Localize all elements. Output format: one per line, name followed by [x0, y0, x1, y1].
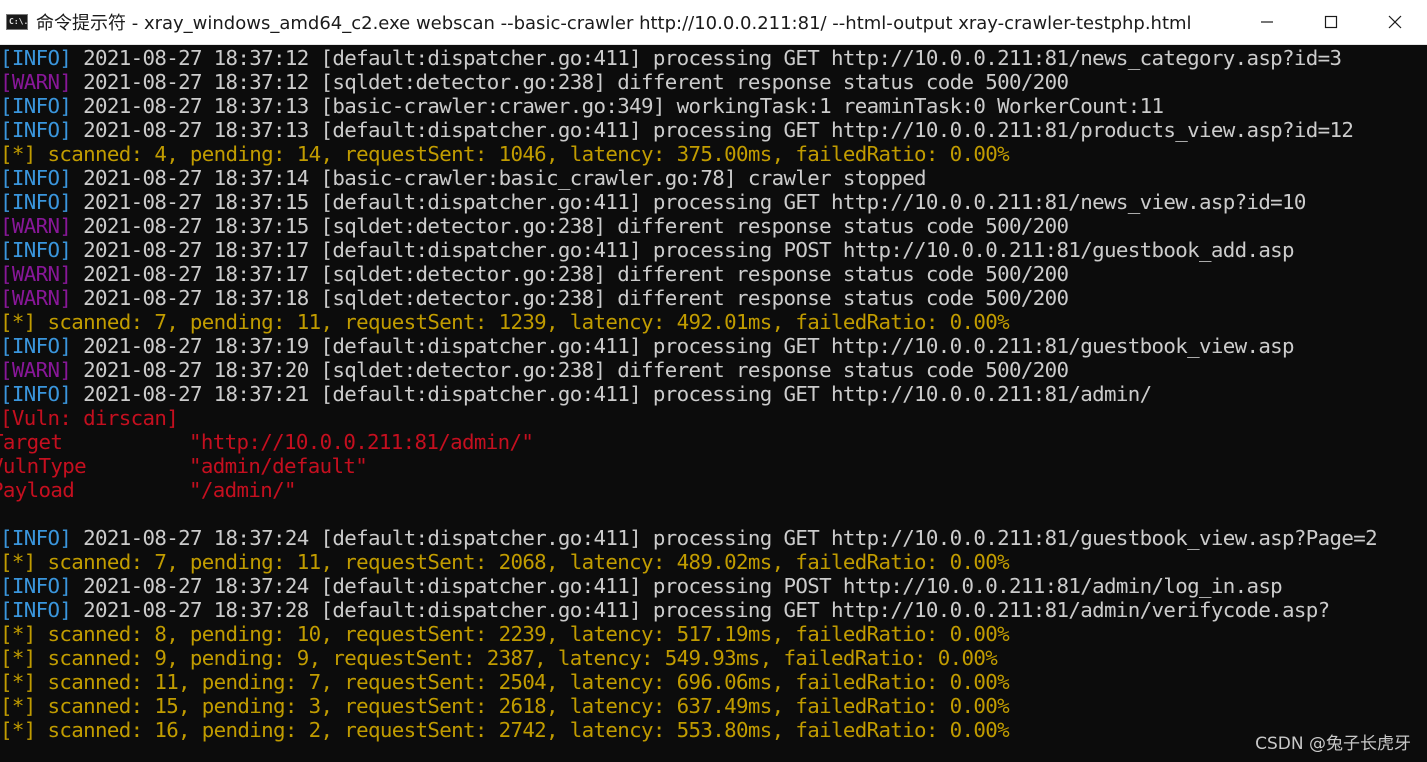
log-line: [INFO] 2021-08-27 18:37:17 [default:disp… [0, 238, 1427, 262]
log-message: 2021-08-27 18:37:15 [default:dispatcher.… [71, 190, 1306, 214]
log-line: [WARN] 2021-08-27 18:37:20 [sqldet:detec… [0, 358, 1427, 382]
vuln-header: [Vuln: dirscan] [0, 406, 179, 430]
close-button[interactable] [1363, 0, 1427, 45]
log-level-tag: [INFO] [0, 46, 72, 70]
log-level-tag: [INFO] [0, 238, 72, 262]
progress-line: [*] scanned: 9, pending: 9, requestSent:… [0, 646, 998, 670]
log-level-tag: [WARN] [0, 214, 72, 238]
log-line: [INFO] 2021-08-27 18:37:12 [default:disp… [0, 46, 1427, 70]
log-message: 2021-08-27 18:37:12 [sqldet:detector.go:… [71, 70, 1069, 94]
progress-line: [*] scanned: 7, pending: 11, requestSent… [0, 550, 1010, 574]
log-group-4: [INFO] 2021-08-27 18:37:24 [default:disp… [0, 526, 1427, 550]
log-line: [INFO] 2021-08-27 18:37:28 [default:disp… [0, 598, 1427, 622]
log-message: 2021-08-27 18:37:13 [default:dispatcher.… [71, 118, 1354, 142]
log-message: 2021-08-27 18:37:17 [default:dispatcher.… [71, 238, 1294, 262]
log-level-tag: [INFO] [0, 574, 72, 598]
close-icon [1388, 15, 1402, 29]
log-message: 2021-08-27 18:37:15 [sqldet:detector.go:… [71, 214, 1069, 238]
progress-line: [*] scanned: 8, pending: 10, requestSent… [0, 622, 1010, 646]
log-level-tag: [INFO] [0, 94, 72, 118]
vuln-row: VulnType "admin/default" [0, 454, 1427, 478]
console-output[interactable]: [INFO] 2021-08-27 18:37:12 [default:disp… [0, 46, 1427, 762]
progress-line: [*] scanned: 11, pending: 7, requestSent… [0, 670, 1010, 694]
vuln-row: Target "http://10.0.0.211:81/admin/" [0, 430, 1427, 454]
log-group-1: [INFO] 2021-08-27 18:37:12 [default:disp… [0, 46, 1427, 142]
log-level-tag: [WARN] [0, 70, 72, 94]
vuln-row: Payload "/admin/" [0, 478, 1427, 502]
log-message: 2021-08-27 18:37:18 [sqldet:detector.go:… [71, 286, 1069, 310]
progress-group-final: [*] scanned: 8, pending: 10, requestSent… [0, 622, 1427, 742]
title-bar: C:\. 命令提示符 - xray_windows_amd64_c2.exe w… [0, 0, 1427, 45]
maximize-button[interactable] [1299, 0, 1363, 45]
log-line: [INFO] 2021-08-27 18:37:19 [default:disp… [0, 334, 1427, 358]
minimize-icon [1261, 21, 1273, 23]
vuln-field-value: "/admin/" [189, 478, 296, 502]
log-message: 2021-08-27 18:37:21 [default:dispatcher.… [71, 382, 1152, 406]
maximize-icon [1324, 15, 1338, 29]
log-level-tag: [WARN] [0, 286, 72, 310]
log-line: [INFO] 2021-08-27 18:37:24 [default:disp… [0, 526, 1427, 550]
vuln-field-value: "http://10.0.0.211:81/admin/" [189, 430, 534, 454]
log-level-tag: [INFO] [0, 598, 72, 622]
vuln-field-label: Payload [0, 478, 75, 502]
log-message: 2021-08-27 18:37:13 [basic-crawler:crawe… [71, 94, 1164, 118]
log-level-tag: [WARN] [0, 358, 72, 382]
vuln-field-label: VulnType [0, 454, 87, 478]
log-message: 2021-08-27 18:37:28 [default:dispatcher.… [71, 598, 1330, 622]
minimize-button[interactable] [1235, 0, 1299, 45]
log-line: [INFO] 2021-08-27 18:37:21 [default:disp… [0, 382, 1427, 406]
log-line: [WARN] 2021-08-27 18:37:15 [sqldet:detec… [0, 214, 1427, 238]
cmd-app-icon[interactable]: C:\. [6, 14, 28, 30]
log-message: 2021-08-27 18:37:20 [sqldet:detector.go:… [71, 358, 1069, 382]
log-message: 2021-08-27 18:37:14 [basic-crawler:basic… [71, 166, 926, 190]
log-group-5: [INFO] 2021-08-27 18:37:24 [default:disp… [0, 574, 1427, 622]
log-message: 2021-08-27 18:37:24 [default:dispatcher.… [71, 574, 1283, 598]
log-line: [WARN] 2021-08-27 18:37:18 [sqldet:detec… [0, 286, 1427, 310]
window-title: 命令提示符 - xray_windows_amd64_c2.exe websca… [36, 13, 1192, 34]
progress-line: [*] scanned: 4, pending: 14, requestSent… [0, 142, 1010, 166]
log-line: [WARN] 2021-08-27 18:37:17 [sqldet:detec… [0, 262, 1427, 286]
vuln-field-value: "admin/default" [189, 454, 368, 478]
log-level-tag: [INFO] [0, 334, 72, 358]
log-message: 2021-08-27 18:37:24 [default:dispatcher.… [71, 526, 1378, 550]
log-level-tag: [INFO] [0, 526, 72, 550]
log-line: [WARN] 2021-08-27 18:37:12 [sqldet:detec… [0, 70, 1427, 94]
log-line: [INFO] 2021-08-27 18:37:14 [basic-crawle… [0, 166, 1427, 190]
log-message: 2021-08-27 18:37:12 [default:dispatcher.… [71, 46, 1342, 70]
log-message: 2021-08-27 18:37:19 [default:dispatcher.… [71, 334, 1294, 358]
progress-line: [*] scanned: 15, pending: 3, requestSent… [0, 694, 1010, 718]
vuln-field-label: Target [0, 430, 63, 454]
log-level-tag: [INFO] [0, 118, 72, 142]
log-line: [INFO] 2021-08-27 18:37:13 [default:disp… [0, 118, 1427, 142]
log-line: [INFO] 2021-08-27 18:37:24 [default:disp… [0, 574, 1427, 598]
vuln-report: [Vuln: dirscan] Target "http://10.0.0.211… [0, 406, 1427, 502]
progress-line: [*] scanned: 16, pending: 2, requestSent… [0, 718, 1010, 742]
log-group-2: [INFO] 2021-08-27 18:37:14 [basic-crawle… [0, 166, 1427, 310]
window-controls [1235, 0, 1427, 45]
log-line: [INFO] 2021-08-27 18:37:15 [default:disp… [0, 190, 1427, 214]
log-message: 2021-08-27 18:37:17 [sqldet:detector.go:… [71, 262, 1069, 286]
log-level-tag: [INFO] [0, 166, 72, 190]
log-group-3: [INFO] 2021-08-27 18:37:19 [default:disp… [0, 334, 1427, 406]
log-line: [INFO] 2021-08-27 18:37:13 [basic-crawle… [0, 94, 1427, 118]
progress-line: [*] scanned: 7, pending: 11, requestSent… [0, 310, 1010, 334]
log-level-tag: [INFO] [0, 382, 72, 406]
csdn-watermark: CSDN @兔子长虎牙 [1255, 734, 1411, 754]
log-level-tag: [WARN] [0, 262, 72, 286]
log-level-tag: [INFO] [0, 190, 72, 214]
